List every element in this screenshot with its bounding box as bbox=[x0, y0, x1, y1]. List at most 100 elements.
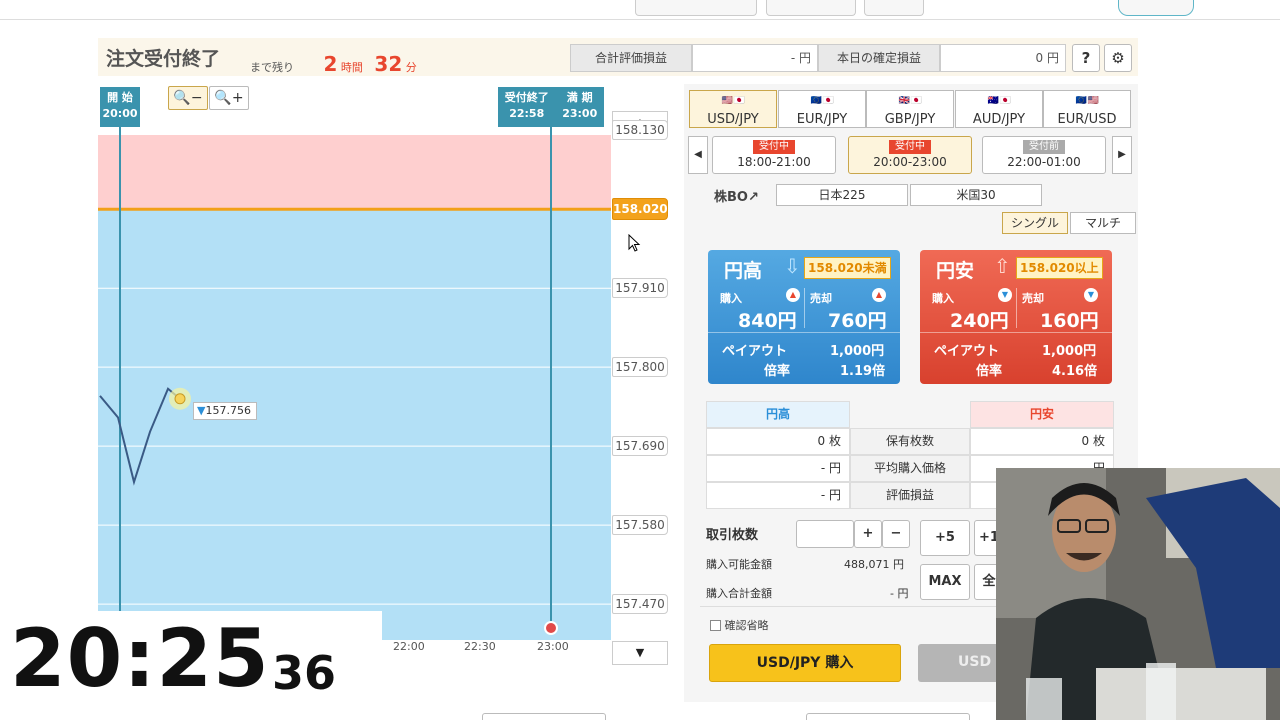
tab-pair-2[interactable]: 🇬🇧 🇯🇵 GBP/JPY bbox=[866, 90, 954, 128]
rate-label: 倍率 bbox=[764, 364, 791, 379]
current-price-label: ▼157.756 bbox=[193, 402, 257, 420]
tab-pair-3[interactable]: 🇦🇺 🇯🇵 AUD/JPY bbox=[955, 90, 1043, 128]
position-low-value: 0 枚 bbox=[970, 428, 1114, 455]
position-high-value: - 円 bbox=[706, 482, 850, 509]
tab-session-0[interactable]: 受付中 18:00-21:00 bbox=[712, 136, 836, 174]
session-time: 18:00-21:00 bbox=[737, 155, 811, 169]
yen-low-card[interactable]: 円安 ⇧ 158.020以上 購入 ▼ 240円 売却 ▼ 160円 ペイアウト… bbox=[920, 250, 1112, 384]
pair-label: GBP/JPY bbox=[884, 112, 936, 127]
price-tick-label: 157.580 bbox=[612, 515, 668, 536]
low-zone bbox=[98, 209, 611, 640]
expiry-marker bbox=[544, 621, 558, 635]
pair-flags-icon: 🇺🇸 🇯🇵 bbox=[721, 96, 745, 106]
position-row-label: 平均購入価格 bbox=[850, 455, 970, 482]
qty-label: 取引枚数 bbox=[706, 528, 759, 543]
x-tick: 22:00 bbox=[393, 640, 425, 653]
stock-bo-nikkei-tab[interactable]: 日本225 bbox=[776, 184, 908, 206]
tab-session-2[interactable]: 受付前 22:00-01:00 bbox=[982, 136, 1106, 174]
confirm-skip[interactable]: 確認省略 bbox=[710, 617, 769, 633]
position-row-label: 評価損益 bbox=[850, 482, 970, 509]
up-triangle-icon: ▲ bbox=[786, 288, 800, 302]
clock-seconds: 36 bbox=[272, 646, 337, 700]
settings-button[interactable]: ⚙ bbox=[1104, 44, 1132, 72]
buy-price: 240円 bbox=[950, 310, 1009, 332]
buy-button[interactable]: USD/JPY 購入 bbox=[709, 644, 901, 682]
session-status-badge: 受付中 bbox=[889, 140, 931, 154]
card-title: 円高 bbox=[724, 260, 763, 282]
price-chart bbox=[98, 122, 611, 640]
pair-flags-icon: 🇦🇺 🇯🇵 bbox=[987, 96, 1011, 106]
tab-pair-1[interactable]: 🇪🇺 🇯🇵 EUR/JPY bbox=[778, 90, 866, 128]
x-tick: 23:00 bbox=[537, 640, 569, 653]
pair-label: EUR/JPY bbox=[796, 112, 848, 127]
today-pl-value: 0 円 bbox=[940, 44, 1066, 72]
available-value: 488,071 円 bbox=[844, 558, 904, 571]
total-value: - 円 bbox=[890, 587, 909, 600]
scroll-down-button[interactable]: ▼ bbox=[612, 641, 668, 665]
expiry-flag-time: 23:00 bbox=[562, 107, 598, 120]
webcam-overlay bbox=[996, 468, 1280, 720]
start-flag: 開 始 20:00 bbox=[100, 87, 140, 127]
card-condition: 158.020以上 bbox=[1016, 257, 1103, 279]
qty-plus-button[interactable]: + bbox=[854, 520, 882, 548]
price-tick-label: 157.800 bbox=[612, 357, 668, 378]
bottom-control[interactable] bbox=[482, 713, 606, 720]
tab-multi[interactable]: マルチ bbox=[1070, 212, 1136, 234]
remain-hours: 2 bbox=[323, 52, 338, 76]
pair-label: EUR/USD bbox=[1057, 112, 1117, 127]
payout-value: 1,000円 bbox=[830, 344, 885, 359]
max-button[interactable]: MAX bbox=[920, 564, 970, 600]
yen-high-card[interactable]: 円高 ⇩ 158.020未満 購入 ▲ 840円 売却 ▲ 760円 ペイアウト… bbox=[708, 250, 900, 384]
close-flag-title: 受付終了 bbox=[504, 91, 549, 104]
x-tick: 22:30 bbox=[464, 640, 496, 653]
buy-label: 購入 bbox=[720, 292, 742, 305]
top-nav-button[interactable] bbox=[1118, 0, 1194, 16]
tab-session-1[interactable]: 受付中 20:00-23:00 bbox=[848, 136, 972, 174]
pair-flags-icon: 🇬🇧 🇯🇵 bbox=[898, 96, 922, 106]
divider bbox=[700, 606, 1000, 607]
today-pl-label: 本日の確定損益 bbox=[818, 44, 940, 72]
gear-icon: ⚙ bbox=[1111, 49, 1125, 67]
high-zone bbox=[98, 135, 611, 210]
card-divider bbox=[708, 332, 900, 333]
zoom-in-button[interactable]: 🔍+ bbox=[209, 86, 249, 110]
card-condition: 158.020未満 bbox=[804, 257, 891, 279]
stock-bo-us30-tab[interactable]: 米国30 bbox=[910, 184, 1042, 206]
position-row-label: 保有枚数 bbox=[850, 428, 970, 455]
bottom-control[interactable] bbox=[806, 713, 970, 720]
top-nav-button[interactable] bbox=[635, 0, 757, 16]
sell-label: 売却 bbox=[810, 292, 832, 305]
tab-pair-4[interactable]: 🇪🇺 🇺🇸 EUR/USD bbox=[1043, 90, 1131, 128]
price-tick-label: 158.130 bbox=[612, 120, 668, 141]
webcam-image bbox=[996, 468, 1280, 720]
close-flag: 受付終了 22:58 bbox=[505, 90, 549, 127]
mouse-cursor-icon bbox=[628, 234, 641, 252]
help-button[interactable]: ? bbox=[1072, 44, 1100, 72]
session-prev-button[interactable]: ◀ bbox=[688, 136, 708, 174]
position-col-high: 円高 bbox=[706, 401, 850, 428]
rate-value: 4.16倍 bbox=[1052, 364, 1098, 379]
order-status-title: 注文受付終了 bbox=[106, 48, 221, 70]
tab-single[interactable]: シングル bbox=[1002, 212, 1068, 234]
remain-label: まで残り bbox=[250, 61, 294, 74]
down-arrow-icon: ⇩ bbox=[784, 254, 801, 278]
qty-input[interactable] bbox=[796, 520, 854, 548]
top-nav-button[interactable] bbox=[864, 0, 924, 16]
position-high-value: - 円 bbox=[706, 455, 850, 482]
session-next-button[interactable]: ▶ bbox=[1112, 136, 1132, 174]
strike-price-tag: 158.020 bbox=[612, 198, 668, 221]
expiry-flag-title: 満 期 bbox=[566, 91, 593, 104]
zoom-in-icon: 🔍+ bbox=[214, 90, 244, 106]
start-flag-title: 開 始 bbox=[107, 91, 133, 104]
confirm-skip-checkbox[interactable] bbox=[710, 620, 721, 631]
stock-bo-link[interactable]: 株BO↗ bbox=[714, 186, 759, 205]
top-nav-button[interactable] bbox=[766, 0, 856, 16]
qty-minus-button[interactable]: − bbox=[882, 520, 910, 548]
pair-label: AUD/JPY bbox=[972, 112, 1026, 127]
plus5-button[interactable]: +5 bbox=[920, 520, 970, 556]
expiry-flag: 満 期 23:00 bbox=[562, 90, 597, 127]
sell-price: 160円 bbox=[1040, 310, 1099, 332]
tab-pair-0[interactable]: 🇺🇸 🇯🇵 USD/JPY bbox=[689, 90, 777, 128]
pair-flags-icon: 🇪🇺 🇯🇵 bbox=[810, 96, 834, 106]
zoom-out-button[interactable]: 🔍− bbox=[168, 86, 208, 110]
